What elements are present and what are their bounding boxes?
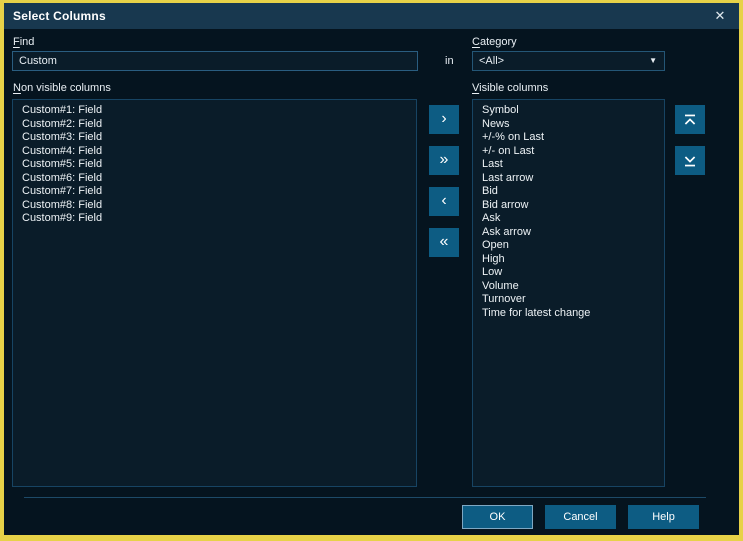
chevron-left-icon: ‹ [441,193,446,209]
select-columns-dialog: Select Columns ✕ Find in Category <All> … [4,3,739,535]
list-item[interactable]: Ask [473,212,664,226]
move-to-bottom-button[interactable] [675,146,705,175]
category-select[interactable]: <All> ▼ [472,51,665,71]
list-item[interactable]: +/-% on Last [473,131,664,145]
list-item[interactable]: Custom#3: Field [13,131,416,145]
list-item[interactable]: Custom#6: Field [13,172,416,186]
chevron-down-icon: ▼ [649,57,657,65]
list-item[interactable]: Volume [473,280,664,294]
list-item[interactable]: Open [473,239,664,253]
non-visible-columns-label: Non visible columns [13,82,111,94]
cancel-button[interactable]: Cancel [545,505,616,529]
close-icon: ✕ [715,8,726,24]
list-item[interactable]: Custom#8: Field [13,199,416,213]
list-item[interactable]: Bid [473,185,664,199]
close-button[interactable]: ✕ [709,6,731,26]
list-item[interactable]: News [473,118,664,132]
list-item[interactable]: Turnover [473,293,664,307]
list-item[interactable]: Custom#4: Field [13,145,416,159]
select-columns-dialog-frame: Select Columns ✕ Find in Category <All> … [0,0,743,541]
in-label: in [445,55,454,67]
move-to-top-icon [683,113,697,127]
dialog-title: Select Columns [4,9,106,23]
list-item[interactable]: Low [473,266,664,280]
list-item[interactable]: Custom#2: Field [13,118,416,132]
move-all-right-button[interactable]: » [429,146,459,175]
list-item[interactable]: High [473,253,664,267]
list-item[interactable]: Ask arrow [473,226,664,240]
list-item[interactable]: Custom#7: Field [13,185,416,199]
move-all-left-button[interactable]: « [429,228,459,257]
category-selected-value: <All> [479,55,504,67]
title-bar: Select Columns ✕ [4,3,739,29]
double-chevron-right-icon: » [440,152,449,168]
list-item[interactable]: Symbol [473,104,664,118]
help-button[interactable]: Help [628,505,699,529]
dialog-content: Find in Category <All> ▼ Non visible col… [4,29,739,535]
chevron-right-icon: › [441,111,446,127]
category-label: Category [472,36,517,48]
find-input[interactable] [12,51,418,71]
ok-button[interactable]: OK [462,505,533,529]
visible-columns-list[interactable]: SymbolNews+/-% on Last+/- on LastLastLas… [472,99,665,487]
move-to-top-button[interactable] [675,105,705,134]
list-item[interactable]: Last arrow [473,172,664,186]
non-visible-columns-list[interactable]: Custom#1: FieldCustom#2: FieldCustom#3: … [12,99,417,487]
list-item[interactable]: +/- on Last [473,145,664,159]
find-label: Find [13,36,34,48]
footer-divider [24,497,706,498]
list-item[interactable]: Custom#9: Field [13,212,416,226]
list-item[interactable]: Bid arrow [473,199,664,213]
double-chevron-left-icon: « [440,234,449,250]
list-item[interactable]: Last [473,158,664,172]
move-right-button[interactable]: › [429,105,459,134]
move-to-bottom-icon [683,154,697,168]
list-item[interactable]: Custom#5: Field [13,158,416,172]
list-item[interactable]: Custom#1: Field [13,104,416,118]
list-item[interactable]: Time for latest change [473,307,664,321]
move-left-button[interactable]: ‹ [429,187,459,216]
visible-columns-label: Visible columns [472,82,548,94]
